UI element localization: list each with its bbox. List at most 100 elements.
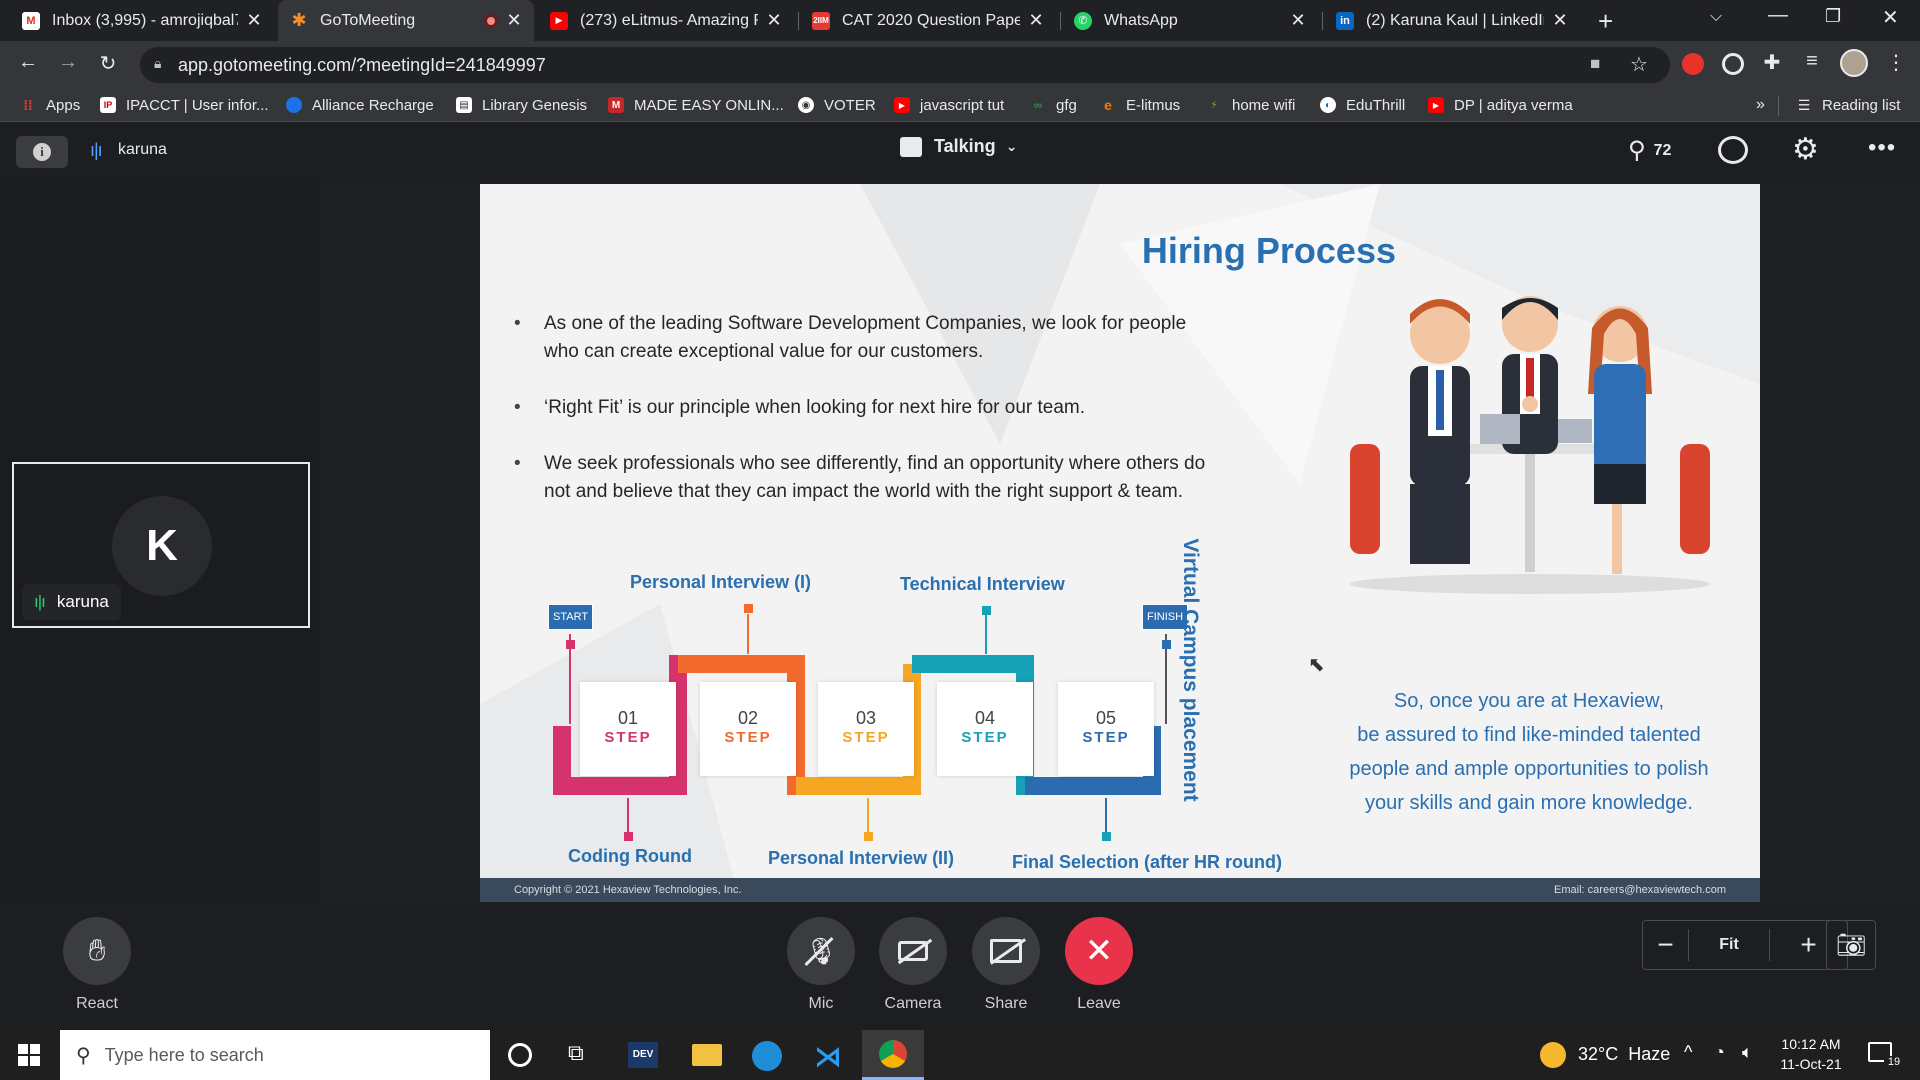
tab-whatsapp[interactable]: ✆ WhatsApp ✕ (1062, 0, 1318, 41)
close-icon[interactable]: ✕ (766, 10, 782, 31)
participant-sidebar: K ı|ı karuna (0, 182, 336, 904)
settings-gear-icon[interactable]: ⚙ (1792, 132, 1819, 167)
bookmark-javascript[interactable]: ▶ javascript tut (894, 94, 1004, 116)
bookmark-label: javascript tut (920, 96, 1005, 114)
volume-icon[interactable]: 🔈︎ (1742, 1042, 1753, 1063)
step-number: 01 (617, 708, 639, 728)
screenshot-camera-icon[interactable]: 📷︎ (1826, 920, 1876, 970)
react-button[interactable]: ✋︎ React (63, 917, 131, 1013)
step-5-card: 05 STEP (1058, 682, 1154, 776)
step-word: STEP (1082, 729, 1130, 746)
stage-label-personal-1: Personal Interview (I) (630, 572, 812, 592)
camera-off-icon (879, 917, 947, 985)
zoom-fit-button[interactable]: Fit (1689, 936, 1769, 954)
bookmark-alliance[interactable]: Alliance Recharge (286, 94, 434, 116)
kebab-menu-icon[interactable]: ⋮ (1882, 50, 1910, 75)
ipacct-icon: IP (100, 97, 116, 113)
reading-list-button[interactable]: ☰ Reading list (1796, 94, 1901, 116)
bookmark-voter[interactable]: ◉ VOTER (798, 94, 876, 116)
step-word: STEP (724, 729, 772, 746)
forward-arrow-icon[interactable]: → (54, 51, 82, 74)
bookmark-libgen[interactable]: ▤ Library Genesis (456, 94, 587, 116)
close-icon[interactable]: ✕ (1552, 10, 1568, 31)
extension-adblock-icon[interactable] (1682, 53, 1704, 75)
media-queue-icon[interactable]: ≡ (1798, 50, 1826, 73)
reload-icon[interactable]: ↻ (94, 51, 122, 76)
zoom-out-button[interactable]: − (1643, 929, 1689, 961)
extension-circle-icon[interactable] (1722, 53, 1744, 75)
tab-gotomeeting[interactable]: ✱ GoToMeeting ✕ (278, 0, 534, 41)
camera-button[interactable]: Camera (879, 917, 947, 1013)
step-word: STEP (961, 729, 1009, 746)
more-bookmarks-chevron[interactable]: » (1756, 94, 1765, 116)
bookmark-elitmus[interactable]: e E-litmus (1100, 94, 1180, 116)
bookmark-dp-aditya[interactable]: ▶ DP | aditya verma (1428, 94, 1573, 116)
close-icon[interactable]: ✕ (246, 10, 262, 31)
vscode-icon[interactable]: ⋊ (814, 1040, 842, 1073)
bookmark-eduthrill[interactable]: ◐ EduThrill (1320, 94, 1405, 116)
participant-tile[interactable]: K ı|ı karuna (12, 462, 310, 628)
youtube-icon: ▶ (1428, 97, 1444, 113)
bookmark-home-wifi[interactable]: ⚡ home wifi (1206, 94, 1295, 116)
bookmark-ipacct[interactable]: IP IPACCT | User infor... (100, 94, 269, 116)
tray-chevron-icon[interactable]: ^ (1684, 1042, 1692, 1063)
talking-indicator[interactable]: Talking ⌄ (900, 136, 1017, 157)
file-explorer-icon[interactable] (692, 1044, 722, 1066)
close-icon[interactable]: ✕ (1028, 10, 1044, 31)
share-button[interactable]: Share (972, 917, 1040, 1013)
address-bar[interactable]: 🔒︎ app.gotomeeting.com/?meetingId=241849… (140, 47, 1670, 83)
more-options-icon[interactable]: ••• (1868, 134, 1896, 162)
mic-button[interactable]: 🎙︎ Mic (787, 917, 855, 1013)
camera-blocked-icon[interactable]: ■ (1590, 54, 1600, 74)
book-icon: ▤ (456, 97, 472, 113)
tab-gmail[interactable]: M Inbox (3,995) - amrojiqbal7 ✕ (10, 0, 274, 41)
tab-title: CAT 2020 Question Paper D (842, 11, 1020, 29)
clock-time: 10:12 AM (1781, 1036, 1841, 1052)
linkedin-icon: in (1336, 11, 1354, 30)
bookmarks-bar: ⁞⁞ Apps IP IPACCT | User infor... Alliance… (0, 89, 1920, 122)
tab-divider (1322, 12, 1323, 30)
apps-grid-icon: ⁞⁞ (23, 97, 33, 113)
info-button[interactable]: i (16, 136, 68, 168)
bookmark-made-easy[interactable]: M MADE EASY ONLIN... (608, 94, 784, 116)
closing-line: your skills and gain more knowledge. (1365, 792, 1693, 814)
tab-search-chevron-icon[interactable]: ⌵ (1710, 8, 1722, 26)
windows-start-icon[interactable] (18, 1044, 40, 1066)
weather-text[interactable]: 32°C Haze (1578, 1044, 1670, 1065)
notification-count: 19 (1884, 1056, 1904, 1072)
meeting-controls-bar: ✋︎ React 🎙︎ Mic Camera Share ✕ Leave − F… (0, 904, 1920, 1030)
wifi-icon[interactable]: ◔ (1714, 1042, 1725, 1063)
leave-button[interactable]: ✕ Leave (1065, 917, 1133, 1013)
participants-button[interactable]: ⚲ 72 (1628, 136, 1671, 165)
restore-icon[interactable]: ❐ (1825, 6, 1841, 27)
chrome-taskbar-button[interactable] (862, 1030, 924, 1080)
bookmark-star-icon[interactable]: ☆ (1630, 52, 1648, 77)
closing-line: be assured to find like-minded talented (1357, 724, 1701, 746)
taskbar-search-box[interactable]: ⚲ Type here to search (60, 1030, 490, 1080)
window-close-icon[interactable]: ✕ (1882, 5, 1899, 30)
dev-app-icon[interactable]: DEV (628, 1042, 658, 1068)
close-icon[interactable]: ✕ (506, 10, 522, 31)
extensions-puzzle-icon[interactable]: ✚ (1758, 50, 1786, 75)
youtube-icon: ▶ (550, 11, 568, 30)
close-icon[interactable]: ✕ (1290, 10, 1306, 31)
tab-cat-paper[interactable]: 2IIM CAT 2020 Question Paper D ✕ (800, 0, 1056, 41)
bookmark-apps[interactable]: ⁞⁞ Apps (20, 94, 80, 116)
browser-toolbar: ← → ↻ 🔒︎ app.gotomeeting.com/?meetingId=… (0, 41, 1920, 89)
globe-icon (286, 97, 302, 113)
tab-youtube[interactable]: ▶ (273) eLitmus- Amazing Pla ✕ (538, 0, 794, 41)
clock[interactable]: 10:12 AM 11-Oct-21 (1776, 1034, 1846, 1074)
eduthrill-icon: ◐ (1320, 97, 1336, 113)
tab-linkedin[interactable]: in (2) Karuna Kaul | LinkedIn ✕ (1324, 0, 1580, 41)
profile-avatar[interactable] (1840, 49, 1868, 77)
task-view-icon[interactable]: ⧉ (568, 1040, 584, 1066)
minimize-icon[interactable]: — (1768, 4, 1788, 27)
new-tab-plus-icon[interactable]: + (1598, 6, 1613, 37)
cortana-icon[interactable] (508, 1043, 532, 1067)
reading-list-icon: ☰ (1797, 96, 1811, 113)
chat-bubble-icon[interactable] (1718, 136, 1748, 164)
edge-browser-icon[interactable] (752, 1041, 782, 1071)
bookmark-divider (1778, 96, 1779, 116)
bookmark-gfg[interactable]: ∞ gfg (1030, 94, 1077, 116)
back-arrow-icon[interactable]: ← (14, 51, 42, 74)
